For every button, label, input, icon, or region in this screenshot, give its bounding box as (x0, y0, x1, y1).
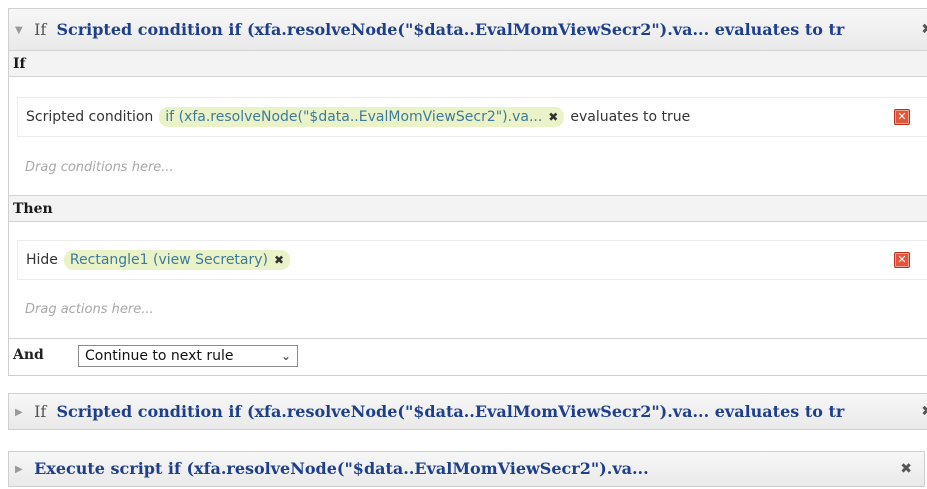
rule-title: Execute script if (xfa.resolveNode("$dat… (34, 459, 649, 478)
condition-chip[interactable]: if (xfa.resolveNode("$data..EvalMomViewS… (159, 107, 565, 127)
rule-header[interactable]: ▼ If Scripted condition if (xfa.resolveN… (8, 8, 927, 51)
triangle-right-icon[interactable]: ▶ (15, 453, 29, 487)
rule-title: Scripted condition if (xfa.resolveNode("… (56, 20, 845, 39)
then-section-header: Then (9, 195, 927, 222)
drag-actions-hint: Drag actions here... (25, 302, 154, 317)
chevron-down-icon: ⌄ (280, 349, 291, 363)
red-delete-icon[interactable]: ✕ (894, 252, 910, 268)
rule-if-prefix: If (34, 402, 47, 421)
if-section-header: If (9, 50, 927, 77)
action-chip-label: Rectangle1 (view Secretary) (69, 252, 268, 268)
close-icon[interactable]: ✖ (921, 9, 927, 50)
x-icon[interactable]: ✖ (274, 253, 284, 267)
next-rule-select-value: Continue to next rule (85, 348, 234, 364)
and-section: And Continue to next rule ⌄ (9, 338, 927, 376)
condition-evaluates-label: evaluates to true (570, 109, 691, 125)
rule-header[interactable]: ▶ Execute script if (xfa.resolveNode("$d… (8, 451, 925, 487)
action-type-label: Hide (26, 252, 58, 268)
action-row[interactable]: Hide Rectangle1 (view Secretary) ✖ ✕ (17, 240, 927, 280)
rule-if-prefix: If (34, 20, 47, 39)
red-delete-icon[interactable]: ✕ (894, 109, 910, 125)
close-icon[interactable]: ✖ (900, 452, 912, 486)
rule-body: If Scripted condition if (xfa.resolveNod… (8, 50, 927, 376)
action-chip[interactable]: Rectangle1 (view Secretary) ✖ (63, 250, 291, 270)
rule-header[interactable]: ▶ If Scripted condition if (xfa.resolveN… (8, 393, 927, 430)
triangle-down-icon[interactable]: ▼ (15, 10, 29, 50)
triangle-right-icon[interactable]: ▶ (15, 395, 29, 429)
condition-chip-label: if (xfa.resolveNode("$data..EvalMomViewS… (165, 109, 543, 125)
condition-type-label: Scripted condition (26, 109, 154, 125)
close-icon[interactable]: ✖ (921, 394, 927, 429)
condition-row[interactable]: Scripted condition if (xfa.resolveNode("… (17, 97, 927, 137)
next-rule-select[interactable]: Continue to next rule ⌄ (78, 345, 298, 367)
rule-title: Scripted condition if (xfa.resolveNode("… (56, 402, 845, 421)
and-label: And (13, 347, 44, 363)
x-icon[interactable]: ✖ (548, 110, 558, 124)
drag-conditions-hint: Drag conditions here... (25, 160, 174, 175)
